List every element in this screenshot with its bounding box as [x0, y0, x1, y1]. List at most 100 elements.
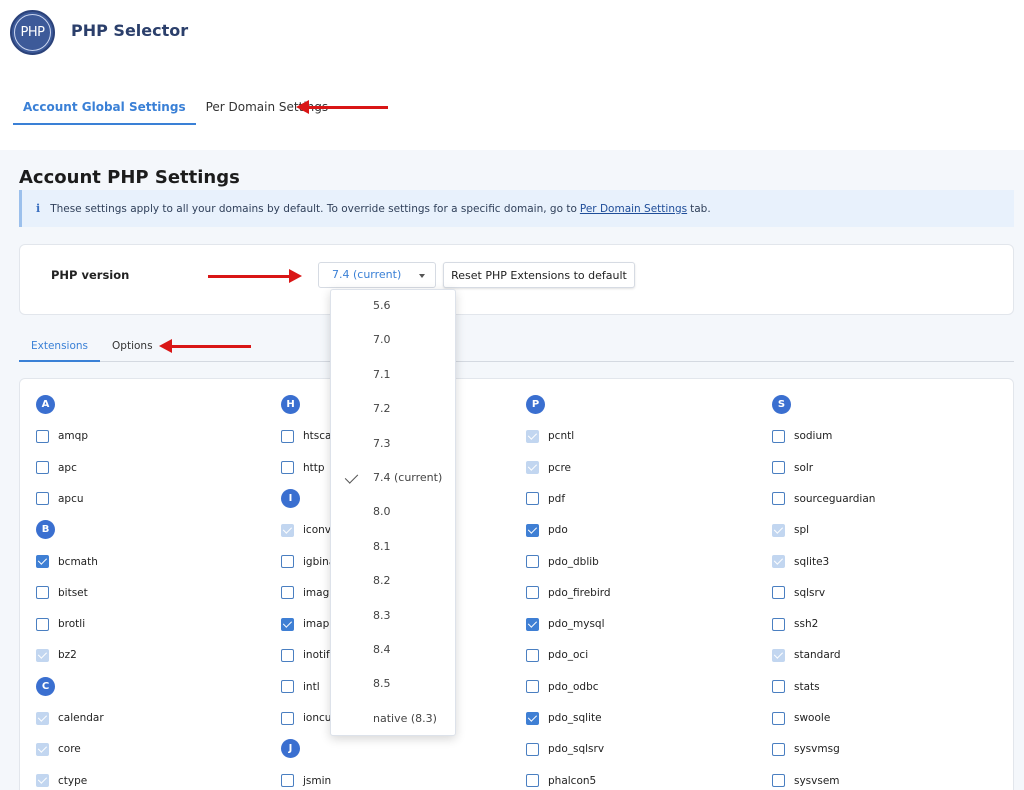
extension-label: sqlsrv [794, 586, 826, 599]
extension-checkbox[interactable] [281, 461, 294, 475]
extension-item[interactable]: sqlite3 [772, 552, 829, 572]
tab-options[interactable]: Options [100, 336, 165, 362]
extension-item[interactable]: swoole [772, 708, 830, 728]
extension-item[interactable]: bitset [36, 583, 88, 603]
extension-label: standard [794, 649, 841, 662]
extension-checkbox[interactable] [526, 617, 539, 631]
version-option[interactable]: 7.3 [331, 432, 455, 458]
version-option[interactable]: 7.1 [331, 363, 455, 389]
extension-checkbox[interactable] [772, 461, 785, 475]
tab-extensions[interactable]: Extensions [19, 336, 101, 362]
extension-item[interactable]: pdo_odbc [526, 677, 599, 697]
version-option[interactable]: 8.3 [331, 604, 455, 630]
extension-item[interactable]: pdo_sqlite [526, 708, 602, 728]
extension-checkbox[interactable] [526, 523, 539, 537]
extension-item[interactable]: pdf [526, 489, 565, 509]
version-option[interactable]: 8.5 [331, 672, 455, 698]
extension-item[interactable]: imap [281, 614, 329, 634]
extension-item[interactable]: amqp [36, 426, 88, 446]
extension-checkbox[interactable] [526, 586, 539, 600]
extension-checkbox[interactable] [772, 711, 785, 725]
extension-item[interactable]: pdo_dblib [526, 552, 599, 572]
extension-checkbox[interactable] [281, 617, 294, 631]
version-option[interactable]: 8.0 [331, 500, 455, 526]
extension-item[interactable]: sysvsem [772, 771, 840, 790]
php-version-select[interactable]: 7.4 (current) [318, 262, 436, 288]
extension-checkbox[interactable] [526, 555, 539, 568]
extension-item[interactable]: ctype [36, 771, 87, 790]
version-option[interactable]: native (8.3) [331, 707, 455, 733]
extension-item[interactable]: sodium [772, 426, 832, 446]
extension-item[interactable]: intl [281, 677, 320, 697]
version-option[interactable]: 7.2 [331, 397, 455, 423]
extension-checkbox [281, 523, 294, 537]
extension-item[interactable]: ssh2 [772, 614, 818, 634]
extension-checkbox[interactable] [36, 617, 49, 631]
tab-account-global-settings[interactable]: Account Global Settings [13, 92, 196, 125]
extension-checkbox[interactable] [36, 461, 49, 475]
extension-item[interactable]: pdo [526, 520, 568, 540]
extension-checkbox[interactable] [281, 586, 294, 600]
extension-item[interactable]: sqlsrv [772, 583, 825, 603]
extension-item[interactable]: core [36, 739, 81, 759]
extension-checkbox[interactable] [772, 680, 785, 694]
extension-item[interactable]: pdo_sqlsrv [526, 739, 604, 759]
extension-checkbox[interactable] [281, 555, 294, 568]
extension-item[interactable]: apcu [36, 489, 84, 509]
php-version-selected: 7.4 (current) [332, 268, 402, 281]
extension-checkbox[interactable] [281, 774, 294, 788]
extension-item[interactable]: brotli [36, 614, 85, 634]
extension-item[interactable]: apc [36, 458, 77, 478]
extension-item[interactable]: bz2 [36, 645, 77, 665]
extension-item[interactable]: pdo_firebird [526, 583, 611, 603]
version-option[interactable]: 5.6 [331, 294, 455, 320]
extension-item[interactable]: iconv [281, 520, 331, 540]
extension-checkbox[interactable] [772, 742, 785, 756]
info-banner: i These settings apply to all your domai… [19, 190, 1014, 227]
extension-checkbox[interactable] [772, 617, 785, 631]
extension-checkbox[interactable] [772, 774, 785, 788]
extension-item[interactable]: pdo_mysql [526, 614, 605, 634]
extension-item[interactable]: sourceguardian [772, 489, 875, 509]
extension-checkbox[interactable] [36, 492, 49, 506]
extension-checkbox[interactable] [526, 492, 539, 506]
extension-item[interactable]: solr [772, 458, 813, 478]
extension-item[interactable]: pcre [526, 458, 571, 478]
version-option[interactable]: 7.4 (current) [331, 466, 455, 492]
extension-checkbox[interactable] [281, 711, 294, 725]
extension-item[interactable]: phalcon5 [526, 771, 596, 790]
extension-item[interactable]: pcntl [526, 426, 574, 446]
extension-item[interactable]: bcmath [36, 552, 98, 572]
extension-item[interactable]: calendar [36, 708, 104, 728]
extension-checkbox[interactable] [36, 555, 49, 568]
extension-checkbox[interactable] [772, 429, 785, 443]
extension-checkbox[interactable] [281, 680, 294, 694]
extension-item[interactable]: spl [772, 520, 809, 540]
version-option[interactable]: 7.0 [331, 328, 455, 354]
extension-checkbox[interactable] [526, 742, 539, 756]
extension-checkbox [36, 648, 49, 662]
extension-item[interactable]: jsmin [281, 771, 331, 790]
extension-checkbox[interactable] [772, 586, 785, 600]
version-option[interactable]: 8.2 [331, 569, 455, 595]
extension-item[interactable]: sysvmsg [772, 739, 840, 759]
extension-checkbox[interactable] [526, 648, 539, 662]
version-option-label: 8.2 [373, 574, 391, 588]
extension-checkbox[interactable] [36, 429, 49, 443]
extension-checkbox[interactable] [526, 774, 539, 788]
extension-checkbox[interactable] [526, 680, 539, 694]
extension-checkbox[interactable] [526, 711, 539, 725]
extension-checkbox[interactable] [281, 648, 294, 662]
extension-item[interactable]: pdo_oci [526, 645, 588, 665]
extension-checkbox[interactable] [36, 586, 49, 600]
extension-checkbox[interactable] [281, 429, 294, 443]
version-option[interactable]: 8.1 [331, 535, 455, 561]
extension-checkbox[interactable] [772, 492, 785, 506]
extension-item[interactable]: stats [772, 677, 820, 697]
extension-item[interactable]: standard [772, 645, 841, 665]
version-option[interactable]: 8.4 [331, 638, 455, 664]
extension-item[interactable]: http [281, 458, 325, 478]
per-domain-settings-link[interactable]: Per Domain Settings [580, 203, 687, 215]
reset-extensions-button[interactable]: Reset PHP Extensions to default [443, 262, 635, 288]
extension-item[interactable]: inotify [281, 645, 336, 665]
